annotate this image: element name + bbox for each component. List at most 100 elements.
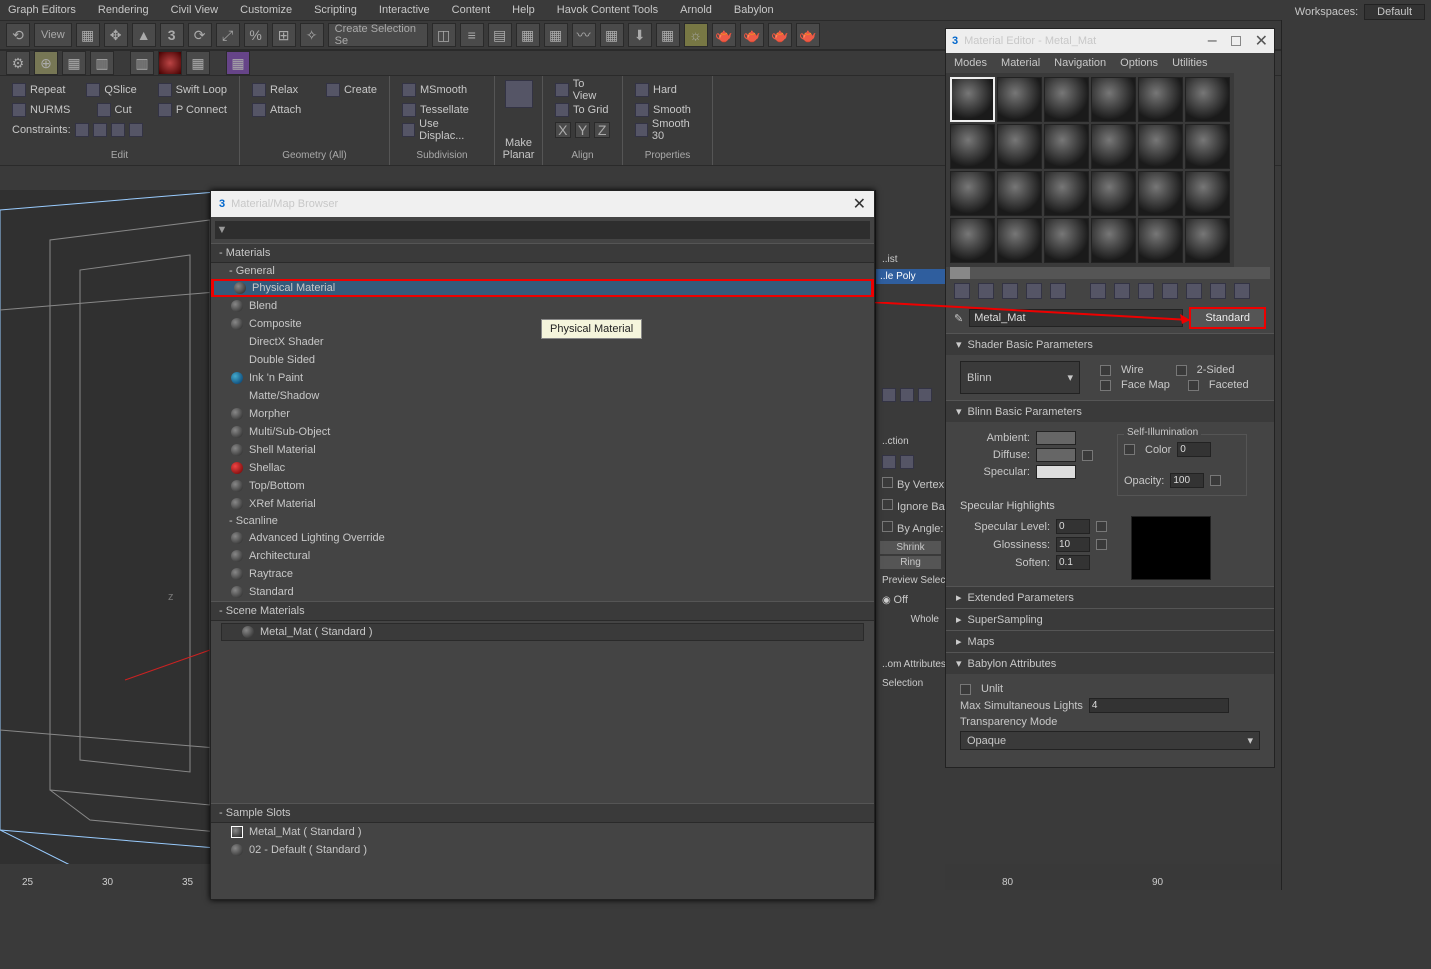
toview-button[interactable]: To View bbox=[551, 80, 614, 100]
me-close-button[interactable]: ✕ bbox=[1255, 31, 1268, 51]
specular-swatch[interactable] bbox=[1036, 465, 1076, 479]
me-minimize-button[interactable]: – bbox=[1208, 32, 1217, 50]
gloss-map-slot[interactable] bbox=[1096, 539, 1107, 550]
me-save-icon[interactable] bbox=[1138, 283, 1154, 299]
physical-material-item[interactable]: Physical Material bbox=[211, 279, 874, 297]
sample-slot[interactable] bbox=[1185, 218, 1230, 263]
opacity-map-slot[interactable] bbox=[1210, 475, 1221, 486]
sample-metal-mat-item[interactable]: Metal_Mat ( Standard ) bbox=[211, 823, 874, 841]
menu-graph-editors[interactable]: Graph Editors bbox=[8, 4, 76, 16]
facemap-check[interactable] bbox=[1100, 380, 1111, 391]
me-options[interactable]: Options bbox=[1120, 57, 1158, 69]
twosided-check[interactable] bbox=[1176, 365, 1187, 376]
tool-b3[interactable]: ▦ bbox=[600, 23, 624, 47]
editable-poly-item[interactable]: ..le Poly bbox=[876, 269, 945, 284]
maps-rollout[interactable]: ▸Maps bbox=[946, 630, 1274, 652]
diffuse-map-slot[interactable] bbox=[1082, 450, 1093, 461]
architectural-item[interactable]: Architectural bbox=[211, 547, 874, 565]
shrink-button[interactable]: Shrink bbox=[880, 541, 941, 554]
blend-item[interactable]: Blend bbox=[211, 297, 874, 315]
menu-customize[interactable]: Customize bbox=[240, 4, 292, 16]
me-nav-icon[interactable] bbox=[1234, 283, 1250, 299]
slots-hscrollbar[interactable] bbox=[950, 267, 1270, 279]
me-sphere-icon[interactable] bbox=[1186, 283, 1202, 299]
menu-help[interactable]: Help bbox=[512, 4, 535, 16]
tool-b1[interactable]: ▦ bbox=[516, 23, 540, 47]
stack-buttons[interactable] bbox=[876, 384, 945, 406]
faceted-check[interactable] bbox=[1188, 380, 1199, 391]
st-6[interactable]: ▦ bbox=[186, 51, 210, 75]
materials-section[interactable]: - Materials bbox=[211, 243, 874, 263]
multi-sub-item[interactable]: Multi/Sub-Object bbox=[211, 423, 874, 441]
nurms-button[interactable]: NURMSCutP Connect bbox=[8, 100, 231, 120]
me-modes[interactable]: Modes bbox=[954, 57, 987, 69]
maxlights-spinner[interactable]: 4 bbox=[1089, 698, 1229, 713]
sample-slot[interactable] bbox=[950, 124, 995, 169]
supersampling-rollout[interactable]: ▸SuperSampling bbox=[946, 608, 1274, 630]
morpher-item[interactable]: Morpher bbox=[211, 405, 874, 423]
attach-button[interactable]: Attach bbox=[248, 100, 381, 120]
tool-align[interactable]: ≡ bbox=[460, 23, 484, 47]
menu-rendering[interactable]: Rendering bbox=[98, 4, 149, 16]
selection-set-dropdown[interactable]: Create Selection Se bbox=[328, 23, 428, 47]
mmb-close-button[interactable]: ✕ bbox=[853, 194, 866, 214]
tool-b2[interactable]: ▦ bbox=[544, 23, 568, 47]
sample-slot[interactable] bbox=[1091, 218, 1136, 263]
tessellate-button[interactable]: Tessellate bbox=[398, 100, 486, 120]
sample-slot[interactable] bbox=[1138, 218, 1183, 263]
shader-basic-header[interactable]: ▾Shader Basic Parameters bbox=[946, 334, 1274, 355]
wire-check[interactable] bbox=[1100, 365, 1111, 376]
sample-slot[interactable] bbox=[1044, 171, 1089, 216]
sample-slot[interactable] bbox=[1044, 218, 1089, 263]
ambient-swatch[interactable] bbox=[1036, 431, 1076, 445]
sample-slot[interactable] bbox=[1138, 77, 1183, 122]
st-1[interactable]: ⚙ bbox=[6, 51, 30, 75]
ink-n-paint-item[interactable]: Ink 'n Paint bbox=[211, 369, 874, 387]
off-radio[interactable]: ◉ Off bbox=[876, 590, 945, 610]
mmb-search-input[interactable] bbox=[229, 224, 870, 236]
matte-shadow-item[interactable]: Matte/Shadow bbox=[211, 387, 874, 405]
scanline-category[interactable]: - Scanline bbox=[211, 513, 874, 529]
msmooth-button[interactable]: MSmooth bbox=[398, 80, 486, 100]
tool-teapot3[interactable]: 🫖 bbox=[768, 23, 792, 47]
menu-content[interactable]: Content bbox=[452, 4, 491, 16]
mmb-options-dropdown[interactable]: ▼ bbox=[215, 224, 229, 236]
st-7[interactable]: ▦ bbox=[226, 51, 250, 75]
pick-name-icon[interactable]: ✎ bbox=[954, 312, 963, 325]
st-sphere[interactable] bbox=[158, 51, 182, 75]
me-0-icon[interactable] bbox=[1162, 283, 1178, 299]
repeat-button[interactable]: RepeatQSliceSwift Loop bbox=[8, 80, 231, 100]
babylon-header[interactable]: ▾Babylon Attributes bbox=[946, 653, 1274, 674]
blinn-basic-header[interactable]: ▾Blinn Basic Parameters bbox=[946, 401, 1274, 422]
speclevel-spinner[interactable]: 0 bbox=[1056, 519, 1090, 534]
by-vertex-check[interactable]: By Vertex bbox=[876, 473, 945, 495]
sample-slot[interactable] bbox=[1138, 171, 1183, 216]
me-show-end-icon[interactable] bbox=[1114, 283, 1130, 299]
tool-move[interactable]: ✥ bbox=[104, 23, 128, 47]
sample-default-item[interactable]: 02 - Default ( Standard ) bbox=[211, 841, 874, 859]
menu-arnold[interactable]: Arnold bbox=[680, 4, 712, 16]
me-utilities[interactable]: Utilities bbox=[1172, 57, 1207, 69]
sample-slot[interactable] bbox=[950, 171, 995, 216]
relax-button[interactable]: RelaxCreate bbox=[248, 80, 381, 100]
by-angle-check[interactable]: By Angle: bbox=[876, 517, 945, 539]
tool-select[interactable]: ▲ bbox=[132, 23, 156, 47]
me-put-material-icon[interactable] bbox=[978, 283, 994, 299]
material-name-input[interactable] bbox=[969, 309, 1183, 327]
soften-spinner[interactable]: 0.1 bbox=[1056, 555, 1090, 570]
unlit-check[interactable] bbox=[960, 684, 971, 695]
sample-slot[interactable] bbox=[1185, 77, 1230, 122]
sample-slot[interactable] bbox=[1138, 124, 1183, 169]
me-assign-icon[interactable] bbox=[1002, 283, 1018, 299]
me-pick-icon[interactable] bbox=[1210, 283, 1226, 299]
st-3[interactable]: ▦ bbox=[62, 51, 86, 75]
sample-slot[interactable] bbox=[1044, 124, 1089, 169]
selfillum-color-check[interactable] bbox=[1124, 444, 1135, 455]
me-titlebar[interactable]: 3 Material Editor - Metal_Mat – ✕ bbox=[946, 29, 1274, 53]
scene-metal-mat-item[interactable]: Metal_Mat ( Standard ) bbox=[221, 623, 864, 641]
tool-curve[interactable]: 〰 bbox=[572, 23, 596, 47]
tool-rotate[interactable]: ⟳ bbox=[188, 23, 212, 47]
menu-babylon[interactable]: Babylon bbox=[734, 4, 774, 16]
tool-teapot4[interactable]: 🫖 bbox=[796, 23, 820, 47]
tool-snap[interactable]: ⊞ bbox=[272, 23, 296, 47]
